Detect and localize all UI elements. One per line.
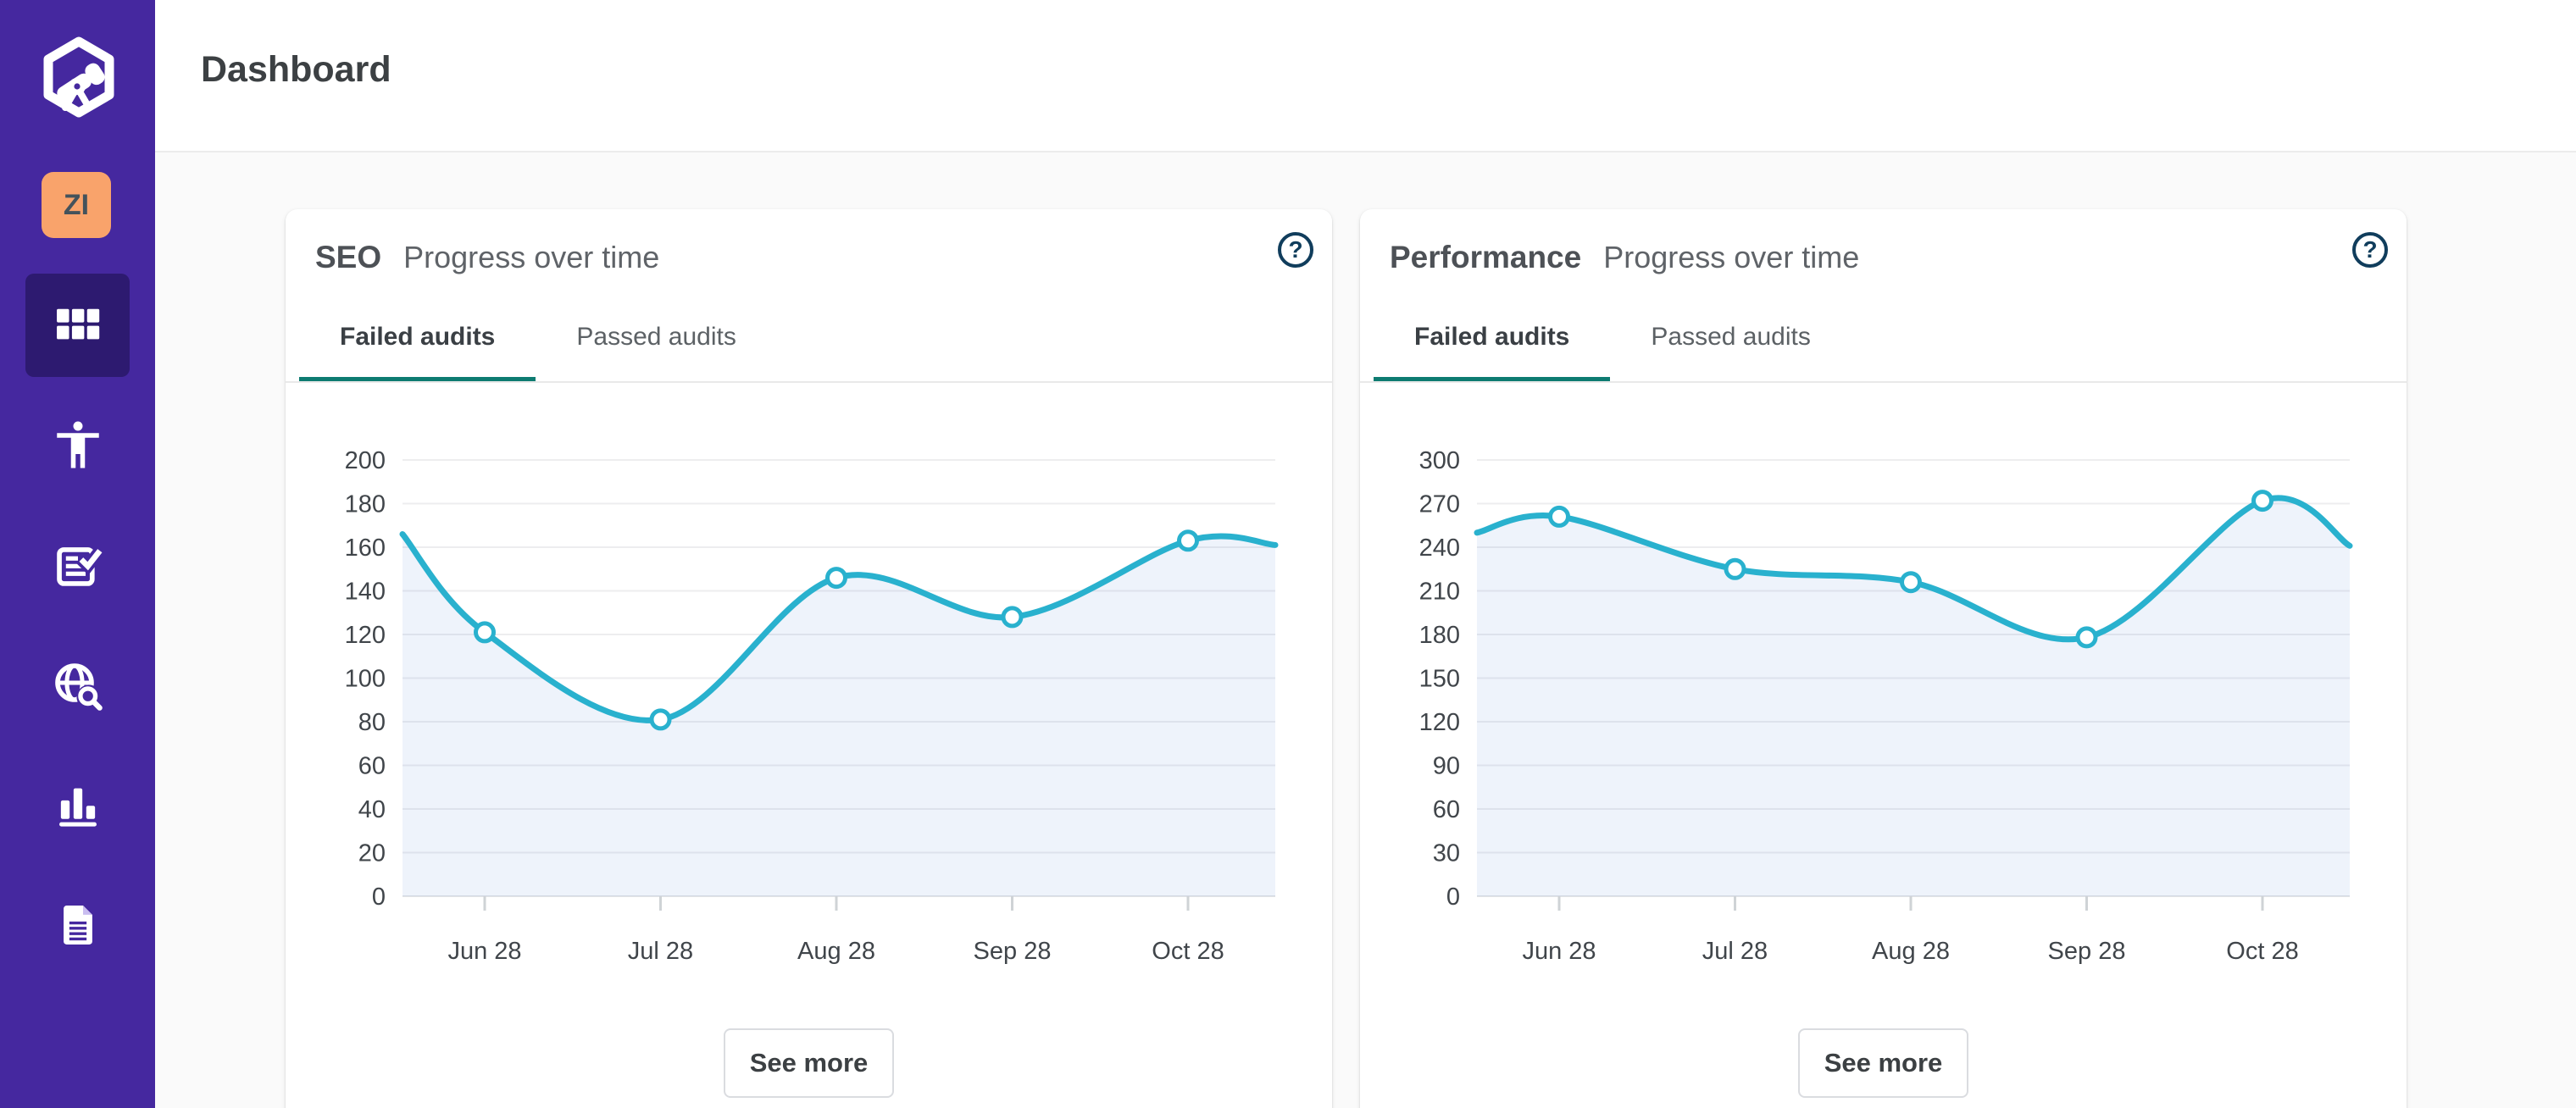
- y-tick-label: 200: [345, 447, 386, 474]
- sidebar-item-best-practices[interactable]: [25, 513, 130, 617]
- help-button[interactable]: ?: [2352, 232, 2388, 268]
- sidebar: ZI: [0, 0, 155, 1108]
- card-title-row: Performance Progress over time: [1390, 240, 1859, 275]
- tab-label: Failed audits: [1414, 323, 1569, 352]
- card-subtitle: Progress over time: [1603, 240, 1859, 275]
- y-tick-label: 60: [1433, 796, 1460, 823]
- series-area-fill: [1477, 498, 2350, 896]
- y-tick-label: 0: [1446, 884, 1460, 911]
- sidebar-item-performance[interactable]: [25, 753, 130, 856]
- data-point-marker: [828, 569, 846, 587]
- x-tick-label: Aug 28: [1872, 938, 1950, 965]
- x-tick-label: Jun 28: [447, 938, 521, 965]
- tabs-divider: [1360, 381, 2407, 383]
- y-tick-label: 270: [1419, 491, 1460, 518]
- sidebar-item-dashboard[interactable]: [25, 274, 130, 377]
- y-tick-label: 210: [1419, 579, 1460, 606]
- tab-failed-audits[interactable]: Failed audits: [299, 291, 536, 383]
- document-icon: [53, 900, 103, 950]
- y-tick-label: 120: [345, 622, 386, 649]
- data-point-marker: [1726, 560, 1744, 578]
- tabs-divider: [286, 381, 1332, 383]
- project-badge-label: ZI: [64, 189, 89, 222]
- y-tick-label: 120: [1419, 709, 1460, 736]
- y-tick-label: 160: [345, 535, 386, 562]
- x-tick-label: Jun 28: [1522, 938, 1596, 965]
- x-tick-label: Aug 28: [797, 938, 875, 965]
- tab-bar: Failed audits Passed audits: [299, 291, 777, 383]
- tab-label: Passed audits: [1651, 323, 1810, 352]
- bar-chart-icon: [52, 778, 104, 831]
- y-tick-label: 20: [358, 840, 386, 867]
- y-tick-label: 180: [1419, 622, 1460, 649]
- project-badge[interactable]: ZI: [42, 172, 111, 238]
- data-point-marker: [1551, 507, 1568, 525]
- grid-icon: [49, 296, 107, 354]
- seo-progress-chart: 0 20 40 60 80 100 120 140 160 180 200 Jun 28 Jul 28 A…: [286, 424, 1332, 983]
- y-tick-label: 90: [1433, 753, 1460, 780]
- sidebar-item-seo[interactable]: [25, 634, 130, 738]
- y-tick-label: 180: [345, 491, 386, 518]
- y-tick-label: 0: [372, 884, 386, 911]
- y-tick-label: 240: [1419, 535, 1460, 562]
- data-point-marker: [1902, 573, 1920, 591]
- sidebar-item-reports[interactable]: [25, 873, 130, 977]
- y-tick-label: 150: [1419, 666, 1460, 693]
- y-tick-label: 100: [345, 666, 386, 693]
- performance-progress-chart: 0 30 60 90 120 150 180 210 240 270 300 Jun 28 Jul 28…: [1360, 424, 2407, 983]
- data-point-marker: [1180, 532, 1197, 550]
- x-tick-label: Jul 28: [628, 938, 693, 965]
- see-more-button[interactable]: See more: [1798, 1028, 1968, 1098]
- tab-bar: Failed audits Passed audits: [1374, 291, 1852, 383]
- top-bar: Dashboard: [155, 0, 2576, 152]
- tab-label: Failed audits: [340, 323, 495, 352]
- tab-passed-audits[interactable]: Passed audits: [1610, 291, 1851, 383]
- tab-failed-audits[interactable]: Failed audits: [1374, 291, 1610, 383]
- accessibility-icon: [50, 417, 106, 473]
- globe-search-icon: [51, 659, 105, 713]
- card-title: SEO: [315, 240, 381, 275]
- y-tick-label: 60: [358, 753, 386, 780]
- checklist-check-icon: [52, 539, 104, 591]
- data-point-marker: [2078, 629, 2096, 646]
- help-icon: ?: [2362, 236, 2377, 263]
- y-tick-label: 300: [1419, 447, 1460, 474]
- y-tick-label: 40: [358, 796, 386, 823]
- data-point-marker: [2254, 492, 2272, 510]
- page-title: Dashboard: [201, 49, 391, 91]
- app-root: ZI: [0, 0, 2576, 1108]
- seo-card: SEO Progress over time ? Failed audits P…: [286, 209, 1332, 1108]
- x-tick-label: Sep 28: [2048, 938, 2126, 965]
- sidebar-item-accessibility[interactable]: [25, 393, 130, 496]
- help-icon: ?: [1288, 236, 1302, 263]
- card-title-row: SEO Progress over time: [315, 240, 659, 275]
- app-logo[interactable]: [38, 36, 119, 119]
- tab-passed-audits[interactable]: Passed audits: [536, 291, 776, 383]
- performance-card: Performance Progress over time ? Failed …: [1360, 209, 2407, 1108]
- x-tick-label: Oct 28: [1152, 938, 1224, 965]
- y-tick-label: 140: [345, 579, 386, 606]
- card-title: Performance: [1390, 240, 1581, 275]
- tab-label: Passed audits: [576, 323, 736, 352]
- see-more-button[interactable]: See more: [724, 1028, 894, 1098]
- help-button[interactable]: ?: [1278, 232, 1313, 268]
- x-tick-label: Sep 28: [974, 938, 1052, 965]
- data-point-marker: [1003, 608, 1021, 626]
- card-subtitle: Progress over time: [403, 240, 659, 275]
- data-point-marker: [652, 711, 669, 729]
- telescope-hexagon-logo-icon: [38, 36, 119, 119]
- data-point-marker: [476, 623, 494, 641]
- x-tick-label: Jul 28: [1702, 938, 1768, 965]
- y-tick-label: 30: [1433, 840, 1460, 867]
- y-tick-label: 80: [358, 709, 386, 736]
- x-tick-label: Oct 28: [2226, 938, 2298, 965]
